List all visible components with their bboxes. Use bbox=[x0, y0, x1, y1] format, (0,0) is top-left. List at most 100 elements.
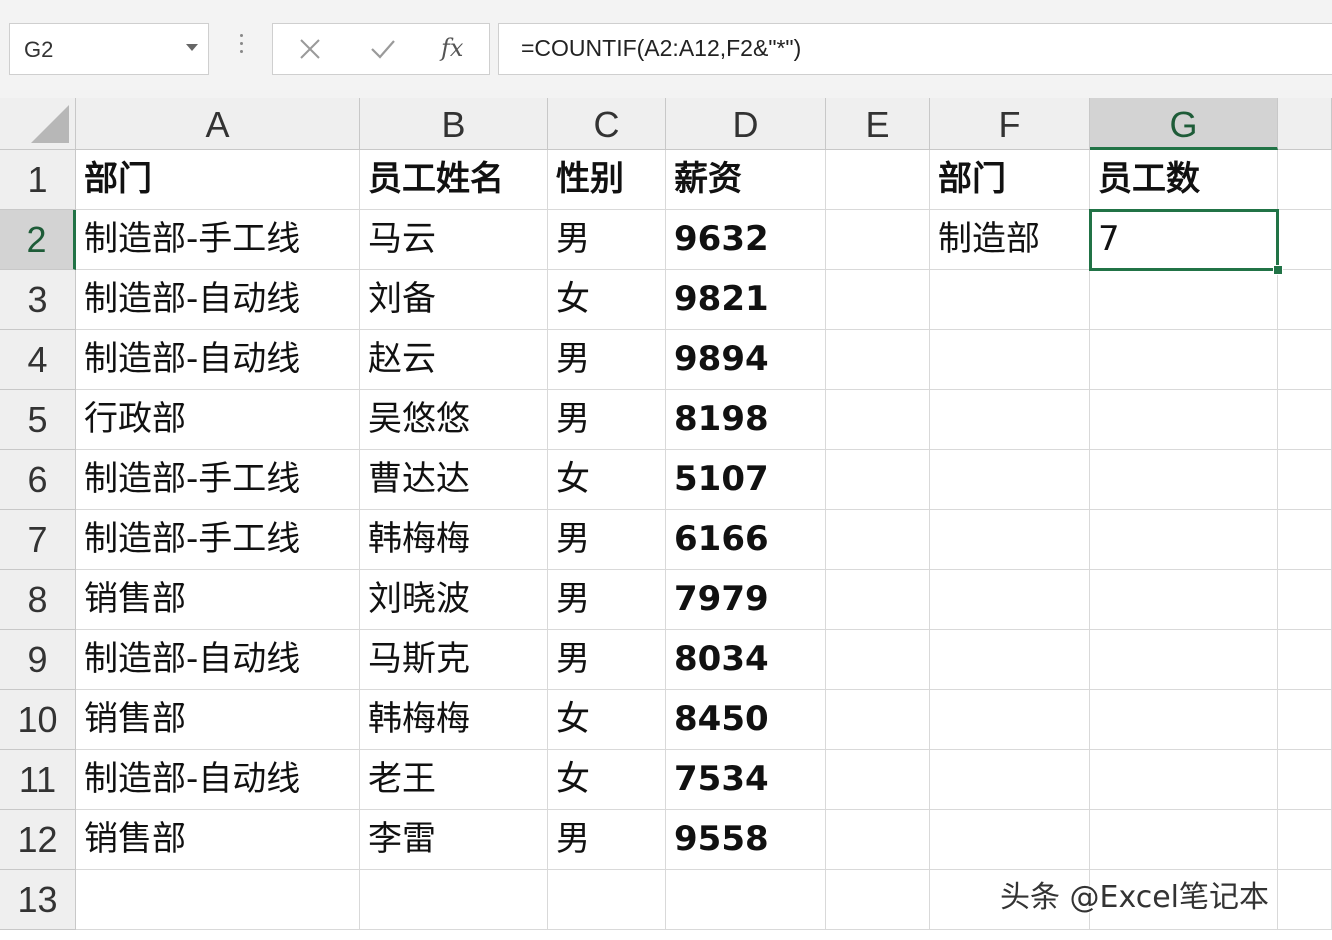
cell-e2[interactable] bbox=[826, 210, 930, 270]
cell-d2[interactable]: 9632 bbox=[666, 210, 826, 270]
cell-a10[interactable]: 销售部 bbox=[76, 690, 360, 750]
cell-g3[interactable] bbox=[1090, 270, 1278, 330]
cell-a3[interactable]: 制造部-自动线 bbox=[76, 270, 360, 330]
cell-a8[interactable]: 销售部 bbox=[76, 570, 360, 630]
cell-d12[interactable]: 9558 bbox=[666, 810, 826, 870]
cell-c5[interactable]: 男 bbox=[548, 390, 666, 450]
cell-f6[interactable] bbox=[930, 450, 1090, 510]
insert-function-icon[interactable]: fx bbox=[441, 34, 463, 62]
chevron-down-icon[interactable] bbox=[186, 44, 198, 51]
column-header-c[interactable]: C bbox=[548, 98, 666, 150]
column-header-a[interactable]: A bbox=[76, 98, 360, 150]
cell-g2[interactable]: 7 bbox=[1090, 210, 1278, 270]
cell-b10[interactable]: 韩梅梅 bbox=[360, 690, 548, 750]
cell-c12[interactable]: 男 bbox=[548, 810, 666, 870]
cell-f1[interactable]: 部门 bbox=[930, 150, 1090, 210]
cell-f10[interactable] bbox=[930, 690, 1090, 750]
cell-c3[interactable]: 女 bbox=[548, 270, 666, 330]
cell-e12[interactable] bbox=[826, 810, 930, 870]
cell-d3[interactable]: 9821 bbox=[666, 270, 826, 330]
row-header-8[interactable]: 8 bbox=[0, 570, 76, 630]
cell-b11[interactable]: 老王 bbox=[360, 750, 548, 810]
cell-d8[interactable]: 7979 bbox=[666, 570, 826, 630]
row-header-12[interactable]: 12 bbox=[0, 810, 76, 870]
row-header-5[interactable]: 5 bbox=[0, 390, 76, 450]
cell-a7[interactable]: 制造部-手工线 bbox=[76, 510, 360, 570]
cell-d5[interactable]: 8198 bbox=[666, 390, 826, 450]
cell-c6[interactable]: 女 bbox=[548, 450, 666, 510]
cell-e3[interactable] bbox=[826, 270, 930, 330]
check-icon[interactable] bbox=[369, 36, 397, 62]
cell-b1[interactable]: 员工姓名 bbox=[360, 150, 548, 210]
cell-g1[interactable]: 员工数 bbox=[1090, 150, 1278, 210]
cell-d6[interactable]: 5107 bbox=[666, 450, 826, 510]
row-header-6[interactable]: 6 bbox=[0, 450, 76, 510]
cell-filler[interactable] bbox=[1278, 210, 1332, 270]
cell-e11[interactable] bbox=[826, 750, 930, 810]
cell-e8[interactable] bbox=[826, 570, 930, 630]
cell-b7[interactable]: 韩梅梅 bbox=[360, 510, 548, 570]
cell-f4[interactable] bbox=[930, 330, 1090, 390]
select-all-corner[interactable] bbox=[0, 98, 76, 150]
formula-input[interactable]: =COUNTIF(A2:A12,F2&"*") bbox=[498, 23, 1332, 75]
cell-b9[interactable]: 马斯克 bbox=[360, 630, 548, 690]
cell-filler[interactable] bbox=[1278, 630, 1332, 690]
cell-b2[interactable]: 马云 bbox=[360, 210, 548, 270]
cell-g8[interactable] bbox=[1090, 570, 1278, 630]
cell-g4[interactable] bbox=[1090, 330, 1278, 390]
cell-f5[interactable] bbox=[930, 390, 1090, 450]
cell-g7[interactable] bbox=[1090, 510, 1278, 570]
column-header-f[interactable]: F bbox=[930, 98, 1090, 150]
cell-a5[interactable]: 行政部 bbox=[76, 390, 360, 450]
row-header-9[interactable]: 9 bbox=[0, 630, 76, 690]
cell-filler[interactable] bbox=[1278, 390, 1332, 450]
cell-b4[interactable]: 赵云 bbox=[360, 330, 548, 390]
cell-c4[interactable]: 男 bbox=[548, 330, 666, 390]
row-header-1[interactable]: 1 bbox=[0, 150, 76, 210]
cell-d13[interactable] bbox=[666, 870, 826, 930]
cell-d1[interactable]: 薪资 bbox=[666, 150, 826, 210]
cell-c9[interactable]: 男 bbox=[548, 630, 666, 690]
cell-f2[interactable]: 制造部 bbox=[930, 210, 1090, 270]
cell-a9[interactable]: 制造部-自动线 bbox=[76, 630, 360, 690]
cell-d10[interactable]: 8450 bbox=[666, 690, 826, 750]
cell-filler[interactable] bbox=[1278, 450, 1332, 510]
cell-filler[interactable] bbox=[1278, 810, 1332, 870]
row-header-10[interactable]: 10 bbox=[0, 690, 76, 750]
cell-c8[interactable]: 男 bbox=[548, 570, 666, 630]
cell-g5[interactable] bbox=[1090, 390, 1278, 450]
cell-d7[interactable]: 6166 bbox=[666, 510, 826, 570]
cell-f8[interactable] bbox=[930, 570, 1090, 630]
cell-filler[interactable] bbox=[1278, 330, 1332, 390]
cell-c1[interactable]: 性别 bbox=[548, 150, 666, 210]
cell-d4[interactable]: 9894 bbox=[666, 330, 826, 390]
cell-filler[interactable] bbox=[1278, 510, 1332, 570]
cell-e5[interactable] bbox=[826, 390, 930, 450]
row-header-11[interactable]: 11 bbox=[0, 750, 76, 810]
cell-f9[interactable] bbox=[930, 630, 1090, 690]
cell-f3[interactable] bbox=[930, 270, 1090, 330]
cell-e1[interactable] bbox=[826, 150, 930, 210]
cell-g12[interactable] bbox=[1090, 810, 1278, 870]
cell-b3[interactable]: 刘备 bbox=[360, 270, 548, 330]
row-header-3[interactable]: 3 bbox=[0, 270, 76, 330]
row-header-4[interactable]: 4 bbox=[0, 330, 76, 390]
cell-f12[interactable] bbox=[930, 810, 1090, 870]
cell-filler[interactable] bbox=[1278, 570, 1332, 630]
column-header-e[interactable]: E bbox=[826, 98, 930, 150]
cell-c7[interactable]: 男 bbox=[548, 510, 666, 570]
cell-a13[interactable] bbox=[76, 870, 360, 930]
row-header-13[interactable]: 13 bbox=[0, 870, 76, 930]
cell-filler[interactable] bbox=[1278, 870, 1332, 930]
cell-a12[interactable]: 销售部 bbox=[76, 810, 360, 870]
column-header-b[interactable]: B bbox=[360, 98, 548, 150]
cell-filler[interactable] bbox=[1278, 270, 1332, 330]
cell-c2[interactable]: 男 bbox=[548, 210, 666, 270]
cell-e9[interactable] bbox=[826, 630, 930, 690]
cell-g10[interactable] bbox=[1090, 690, 1278, 750]
cell-e7[interactable] bbox=[826, 510, 930, 570]
cell-filler[interactable] bbox=[1278, 690, 1332, 750]
cell-g6[interactable] bbox=[1090, 450, 1278, 510]
cell-f11[interactable] bbox=[930, 750, 1090, 810]
cell-d11[interactable]: 7534 bbox=[666, 750, 826, 810]
